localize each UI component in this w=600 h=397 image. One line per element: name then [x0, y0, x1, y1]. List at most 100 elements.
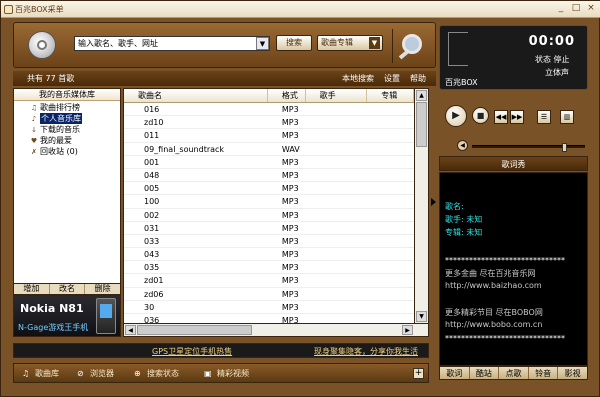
close-button[interactable]: × — [585, 3, 597, 15]
app-window: 百兆BOX采单 _ □ × ▼ 搜索 歌曲专辑 ▼ 共有 77 首歌 本地搜索 … — [0, 0, 600, 397]
library-tree-panel: 我的音乐媒体库 ♫ 歌曲排行榜 ♪ 个人音乐库 ↓ 下载的音乐 ♥ 我的最爱 ✗ 回收站 … — [13, 88, 121, 284]
right-tabs: 歌词 酷站 点歌 铃音 影视 — [439, 366, 588, 380]
artist-cell — [306, 248, 368, 260]
table-row[interactable]: zd10 MP3 — [124, 116, 414, 130]
table-row[interactable]: 011 MP3 — [124, 129, 414, 143]
table-row[interactable]: 036 MP3 — [124, 314, 414, 323]
volume-slider[interactable] — [472, 143, 585, 152]
rename-list-button[interactable]: 改名 — [50, 284, 86, 294]
maximize-button[interactable]: □ — [570, 3, 582, 15]
visualizer-frame — [448, 32, 468, 66]
table-row[interactable]: 048 MP3 — [124, 169, 414, 183]
song-title-cell: 035 — [144, 263, 160, 273]
local-search-link[interactable]: 本地搜索 — [342, 73, 374, 84]
table-row[interactable]: 09_final_soundtrack WAV — [124, 143, 414, 156]
search-history-dropdown[interactable]: ▼ — [256, 37, 269, 50]
lyrics-line: ****************************** — [445, 334, 565, 343]
stop-button[interactable]: ■ — [472, 107, 489, 124]
search-status-tab[interactable]: ⊕ 搜索状态 — [134, 368, 179, 379]
album-cell — [367, 248, 414, 260]
tree-item-chart[interactable]: ♫ 歌曲排行榜 — [30, 102, 120, 113]
video-icon: ▣ — [204, 368, 212, 378]
magnifier-icon[interactable] — [392, 29, 428, 63]
speaker-icon[interactable]: ◀ — [457, 140, 468, 151]
table-row[interactable]: zd06 MP3 — [124, 288, 414, 301]
tree-item-personal-library[interactable]: ♪ 个人音乐库 — [30, 113, 120, 124]
gps-phone-ad-link[interactable]: GPS卫星定位手机热售 — [152, 346, 232, 357]
song-title-cell: 011 — [144, 131, 160, 141]
collapse-arrow-icon[interactable] — [431, 198, 436, 206]
horizontal-scrollbar[interactable]: ◀ ▶ — [123, 324, 429, 337]
scroll-down-icon[interactable]: ▼ — [416, 311, 427, 322]
search-input[interactable] — [74, 36, 270, 51]
settings-link[interactable]: 设置 — [384, 73, 400, 84]
chevron-down-icon[interactable]: ▼ — [369, 37, 380, 49]
tab-request-song[interactable]: 点歌 — [499, 367, 529, 379]
music-chart-icon: ♫ — [30, 103, 38, 112]
scroll-right-icon[interactable]: ▶ — [402, 325, 413, 335]
album-cell — [367, 103, 414, 115]
previous-button[interactable]: ◀◀ — [494, 110, 508, 124]
table-row[interactable]: 100 MP3 — [124, 195, 414, 209]
song-title-cell: 30 — [144, 302, 155, 312]
table-row[interactable]: zd01 MP3 — [124, 274, 414, 288]
search-type-select[interactable]: 歌曲专辑 ▼ — [317, 35, 383, 51]
scroll-left-icon[interactable]: ◀ — [125, 325, 136, 335]
album-cell — [367, 288, 414, 300]
minimize-button[interactable]: _ — [555, 3, 567, 15]
column-header-artist[interactable]: 歌手 — [306, 89, 368, 102]
playlist-button[interactable]: ☰ — [537, 110, 551, 124]
tree-item-downloads[interactable]: ↓ 下载的音乐 — [30, 124, 120, 135]
title-bar[interactable]: 百兆BOX采单 _ □ × — [1, 1, 600, 18]
column-header-format[interactable]: 格式 — [268, 89, 306, 102]
delete-list-button[interactable]: 删除 — [85, 284, 120, 294]
table-row[interactable]: 005 MP3 — [124, 182, 414, 196]
browser-icon: ⊘ — [77, 368, 84, 378]
scroll-thumb[interactable] — [416, 102, 427, 147]
album-cell — [367, 301, 414, 313]
album-cell — [367, 156, 414, 168]
scroll-up-icon[interactable]: ▲ — [416, 90, 427, 101]
table-row[interactable]: 031 MP3 — [124, 222, 414, 235]
table-row[interactable]: 001 MP3 — [124, 156, 414, 169]
table-row[interactable]: 033 MP3 — [124, 235, 414, 249]
column-header-title[interactable]: 歌曲名 — [124, 89, 268, 102]
tab-lyrics[interactable]: 歌词 — [440, 367, 470, 379]
add-list-button[interactable]: 增加 — [14, 284, 50, 294]
ad-subtitle: N-Gage游戏王手机 — [18, 323, 89, 332]
table-row[interactable]: 002 MP3 — [124, 209, 414, 222]
song-library-tab[interactable]: ♫ 歌曲库 — [22, 368, 59, 379]
expand-button[interactable]: + — [413, 368, 424, 379]
equalizer-button[interactable]: ▥ — [560, 110, 574, 124]
tab-ringtones[interactable]: 铃音 — [529, 367, 559, 379]
video-tab[interactable]: ▣ 精彩视频 — [204, 368, 249, 379]
vertical-scrollbar[interactable]: ▲ ▼ — [415, 88, 429, 324]
table-row[interactable]: 035 MP3 — [124, 261, 414, 275]
artist-cell — [306, 301, 368, 313]
tab-movies[interactable]: 影视 — [558, 367, 587, 379]
tab-cool-sites[interactable]: 酷站 — [470, 367, 500, 379]
play-button[interactable]: ▶ — [445, 105, 467, 127]
artist-cell — [306, 129, 368, 141]
table-row[interactable]: 30 MP3 — [124, 301, 414, 314]
search-button[interactable]: 搜索 — [276, 35, 312, 51]
blog-ad-link[interactable]: 现身聚集隐客，分享你我生活 — [314, 346, 418, 357]
next-button[interactable]: ▶▶ — [510, 110, 524, 124]
browser-tab[interactable]: ⊘ 浏览器 — [77, 368, 114, 379]
help-link[interactable]: 帮助 — [410, 73, 426, 84]
album-cell — [367, 274, 414, 286]
lyrics-panel: 歌名: 歌手: 未知 专辑: 未知 *************************… — [439, 172, 588, 366]
song-title-cell: 001 — [144, 157, 160, 167]
format-cell: MP3 — [281, 170, 299, 180]
tree-item-favorites[interactable]: ♥ 我的最爱 — [30, 135, 120, 146]
column-header-album[interactable]: 专辑 — [367, 89, 414, 102]
album-cell — [367, 235, 414, 247]
song-title-cell: 043 — [144, 250, 160, 260]
table-row[interactable]: 043 MP3 — [124, 248, 414, 262]
hscroll-thumb[interactable] — [137, 325, 252, 335]
nokia-ad-banner[interactable]: Nokia N81 N-Gage游戏王手机 — [13, 295, 121, 337]
volume-knob[interactable] — [561, 143, 567, 152]
song-title-cell: 002 — [144, 210, 160, 220]
table-row[interactable]: 016 MP3 — [124, 103, 414, 117]
tree-item-recycle-bin[interactable]: ✗ 回收站 (0) — [30, 146, 120, 157]
